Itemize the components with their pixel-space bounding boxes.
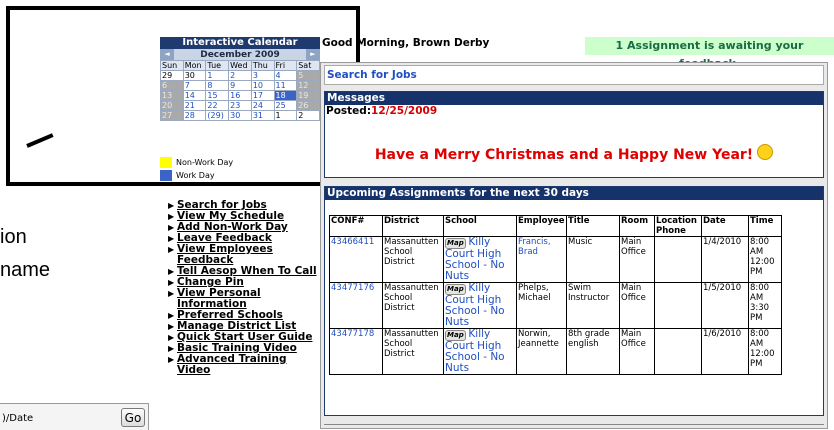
title-cell: 8th grade english <box>566 328 620 375</box>
column-header: Room <box>619 215 655 237</box>
assignments-header: Upcoming Assignments for the next 30 day… <box>325 187 823 200</box>
menu-item-view-personal-information[interactable]: ▶ View Personal Information <box>168 288 320 310</box>
posted-line: Posted:12/25/2009 <box>325 105 823 117</box>
title-cell: Swim Instructor <box>566 282 620 329</box>
date-cell: 1/4/2010 <box>701 236 749 283</box>
smiley-icon <box>757 144 774 160</box>
phone-cell <box>654 282 702 329</box>
school-cell: Map Killy Court High School - No Nuts <box>443 282 517 329</box>
messages-header: Messages <box>325 92 823 105</box>
column-header: Time <box>748 215 782 237</box>
menu-item-label[interactable]: Advanced Training Video <box>177 354 320 376</box>
menu-item-advanced-training-video[interactable]: ▶ Advanced Training Video <box>168 354 320 376</box>
conf-number-link[interactable]: 43466411 <box>329 236 383 283</box>
search-for-jobs-link[interactable]: Search for Jobs <box>327 69 417 81</box>
triangle-right-icon: ▶ <box>168 289 175 298</box>
menu-item-label[interactable]: View Employees Feedback <box>177 244 320 266</box>
triangle-right-icon: ▶ <box>168 201 175 210</box>
phone-cell <box>654 236 702 283</box>
annotation-highlight-box <box>6 6 360 186</box>
annotation-text-fragment: ion <box>0 226 27 248</box>
triangle-right-icon: ▶ <box>168 223 175 232</box>
triangle-right-icon: ▶ <box>168 234 175 243</box>
phone-cell <box>654 328 702 375</box>
go-button[interactable]: Go <box>121 408 145 427</box>
column-header: Employee <box>516 215 567 237</box>
date-cell: 1/6/2010 <box>701 328 749 375</box>
room-cell: Main Office <box>619 328 655 375</box>
table-row: 43466411 Massanutten School District Map… <box>329 236 782 283</box>
room-cell: Main Office <box>619 236 655 283</box>
menu-item-view-employees-feedback[interactable]: ▶ View Employees Feedback <box>168 244 320 266</box>
holiday-message: Have a Merry Christmas and a Happy New Y… <box>325 144 823 163</box>
employee-link[interactable]: Francis, Brad <box>516 236 567 283</box>
messages-panel: Messages Posted:12/25/2009 Have a Merry … <box>324 91 824 178</box>
upcoming-assignments-panel: Upcoming Assignments for the next 30 day… <box>324 186 824 416</box>
district-cell: Massanutten School District <box>382 236 444 283</box>
feedback-notice[interactable]: 1 Assignment is awaiting your feedback. <box>585 37 834 70</box>
menu-item-label[interactable]: View Personal Information <box>177 288 320 310</box>
search-jobs-bar: Search for Jobs <box>324 65 824 85</box>
holiday-message-text: Have a Merry Christmas and a Happy New Y… <box>374 147 754 163</box>
district-cell: Massanutten School District <box>382 282 444 329</box>
time-cell: 8:00 AM 12:00 PM <box>748 236 782 283</box>
table-row: 43477176 Massanutten School District Map… <box>329 282 782 329</box>
sidebar-menu: ▶ Search for Jobs ▶ View My Schedule ▶ Add … <box>168 200 320 376</box>
triangle-right-icon: ▶ <box>168 212 175 221</box>
column-header: Location Phone <box>654 215 702 237</box>
date-search-bar: )/Date Go <box>0 403 149 430</box>
conf-number-link[interactable]: 43477178 <box>329 328 383 375</box>
date-cell: 1/5/2010 <box>701 282 749 329</box>
triangle-right-icon: ▶ <box>168 278 175 287</box>
column-header: Title <box>566 215 620 237</box>
greeting-text: Good Morning, Brown Derby <box>322 37 490 49</box>
triangle-right-icon: ▶ <box>168 355 175 364</box>
district-cell: Massanutten School District <box>382 328 444 375</box>
column-header: CONF# <box>329 215 383 237</box>
triangle-right-icon: ▶ <box>168 322 175 331</box>
date-search-label: )/Date <box>2 413 34 424</box>
column-header: Date <box>701 215 749 237</box>
triangle-right-icon: ▶ <box>168 344 175 353</box>
table-row: 43477178 Massanutten School District Map… <box>329 328 782 375</box>
posted-date: 12/25/2009 <box>371 105 438 117</box>
title-cell: Music <box>566 236 620 283</box>
school-cell: Map Killy Court High School - No Nuts <box>443 328 517 375</box>
triangle-right-icon: ▶ <box>168 267 175 276</box>
employee-cell: Phelps, Michael <box>516 282 567 329</box>
column-header: School <box>443 215 517 237</box>
triangle-right-icon: ▶ <box>168 333 175 342</box>
column-header: District <box>382 215 444 237</box>
posted-label: Posted: <box>326 105 372 117</box>
annotation-text-fragment: name <box>0 259 51 281</box>
room-cell: Main Office <box>619 282 655 329</box>
conf-number-link[interactable]: 43477176 <box>329 282 383 329</box>
triangle-right-icon: ▶ <box>168 311 175 320</box>
assignments-table: CONF# District School Employee Title Roo… <box>329 215 782 375</box>
school-cell: Map Killy Court High School - No Nuts <box>443 236 517 283</box>
time-cell: 8:00 AM 12:00 PM <box>748 328 782 375</box>
time-cell: 8:00 AM 3:30 PM <box>748 282 782 329</box>
employee-cell: Norwin, Jeannette <box>516 328 567 375</box>
divider <box>324 424 824 425</box>
triangle-right-icon: ▶ <box>168 245 175 254</box>
